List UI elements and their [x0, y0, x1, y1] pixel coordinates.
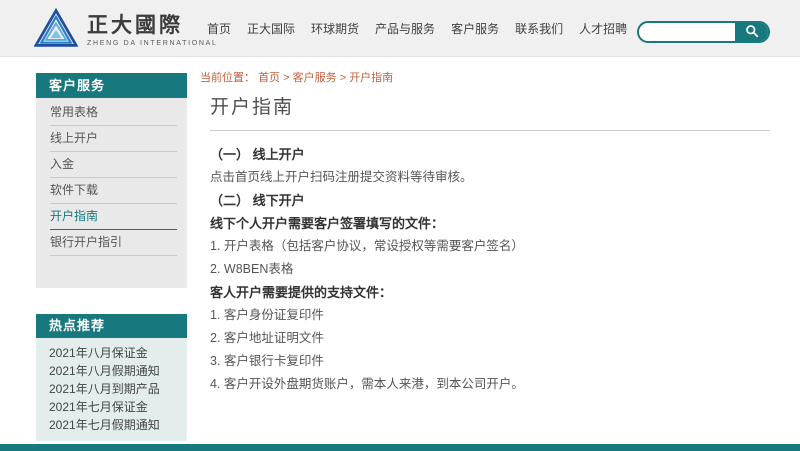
paragraph-subheading: 线下个人开户需要客户签署填写的文件：	[210, 217, 770, 230]
paragraph: 2. 客户地址证明文件	[210, 332, 770, 345]
search-bar	[637, 21, 770, 43]
nav-item-products-services[interactable]: 产品与服务	[375, 20, 435, 37]
logo-triangle-icon	[34, 8, 78, 53]
paragraph: 3. 客户银行卡复印件	[210, 355, 770, 368]
paragraph: 2. W8BEN表格	[210, 263, 770, 276]
paragraph: 4. 客户开设外盘期货账户，需本人来港，到本公司开户。	[210, 378, 770, 391]
brand-title: 正大國際	[87, 14, 218, 38]
hot-item[interactable]: 2021年八月到期产品	[36, 380, 187, 398]
breadcrumb-current: 开户指南	[349, 72, 393, 84]
section-heading-online: （一） 线上开户	[210, 148, 770, 161]
hot-item[interactable]: 2021年八月保证金	[36, 344, 187, 362]
search-button[interactable]	[735, 23, 768, 41]
paragraph: 点击首页线上开户扫码注册提交资料等待审核。	[210, 171, 770, 184]
sidebar-item-deposit[interactable]: 入金	[50, 152, 177, 178]
hot-list: 2021年八月保证金 2021年八月假期通知 2021年八月到期产品 2021年…	[36, 338, 187, 441]
sidebar-item-account-opening-guide[interactable]: 开户指南	[50, 204, 177, 230]
breadcrumb-prefix: 当前位置：	[200, 72, 255, 84]
paragraph-subheading: 客人开户需要提供的支持文件：	[210, 286, 770, 299]
main-nav: 首页 正大国际 环球期货 产品与服务 客户服务 联系我们 人才招聘	[207, 0, 627, 57]
nav-item-global-futures[interactable]: 环球期货	[311, 20, 359, 37]
article-body: （一） 线上开户 点击首页线上开户扫码注册提交资料等待审核。 （二） 线下开户 …	[210, 148, 770, 391]
sidebar-item-online-account-opening[interactable]: 线上开户	[50, 126, 177, 152]
sidebar-item-common-forms[interactable]: 常用表格	[50, 100, 177, 126]
search-icon	[745, 24, 759, 41]
breadcrumb-section[interactable]: 客户服务	[293, 72, 337, 84]
header: 正大國際 ZHENG DA INTERNATIONAL 首页 正大国际 环球期货…	[0, 0, 800, 57]
logo[interactable]: 正大國際 ZHENG DA INTERNATIONAL	[34, 8, 218, 53]
breadcrumb-separator: >	[283, 72, 289, 84]
sidebar-item-software-download[interactable]: 软件下载	[50, 178, 177, 204]
sidebar-item-bank-account-guide[interactable]: 银行开户指引	[50, 230, 177, 256]
nav-item-careers[interactable]: 人才招聘	[579, 20, 627, 37]
paragraph: 1. 客户身份证复印件	[210, 309, 770, 322]
nav-item-home[interactable]: 首页	[207, 20, 231, 37]
paragraph: 1. 开户表格（包括客户协议，常设授权等需要客户签名）	[210, 240, 770, 253]
logo-text: 正大國際 ZHENG DA INTERNATIONAL	[87, 14, 218, 47]
hot-item[interactable]: 2021年七月假期通知	[36, 416, 187, 434]
nav-item-about[interactable]: 正大国际	[247, 20, 295, 37]
breadcrumb: 当前位置： 首页 > 客户服务 > 开户指南	[200, 69, 393, 85]
main-content: 开户指南 （一） 线上开户 点击首页线上开户扫码注册提交资料等待审核。 （二） …	[210, 92, 770, 401]
page-root: 正大國際 ZHENG DA INTERNATIONAL 首页 正大国际 环球期货…	[0, 0, 800, 451]
sidebar-menu: 常用表格 线上开户 入金 软件下载 开户指南 银行开户指引	[36, 98, 187, 288]
nav-item-customer-service[interactable]: 客户服务	[451, 20, 499, 37]
search-input[interactable]	[639, 23, 735, 41]
page-title: 开户指南	[210, 92, 770, 131]
sidebar-title: 客户服务	[36, 73, 187, 98]
sidebar-hot-recommendations: 热点推荐 2021年八月保证金 2021年八月假期通知 2021年八月到期产品 …	[36, 314, 187, 441]
breadcrumb-separator: >	[340, 72, 346, 84]
breadcrumb-home[interactable]: 首页	[258, 72, 280, 84]
nav-item-contact[interactable]: 联系我们	[515, 20, 563, 37]
sidebar-customer-service: 客户服务 常用表格 线上开户 入金 软件下载 开户指南 银行开户指引	[36, 73, 187, 288]
brand-subtitle: ZHENG DA INTERNATIONAL	[87, 40, 218, 47]
hot-item[interactable]: 2021年八月假期通知	[36, 362, 187, 380]
hot-item[interactable]: 2021年七月保证金	[36, 398, 187, 416]
section-heading-offline: （二） 线下开户	[210, 194, 770, 207]
footer-bar	[0, 444, 800, 451]
hot-title: 热点推荐	[36, 314, 187, 338]
